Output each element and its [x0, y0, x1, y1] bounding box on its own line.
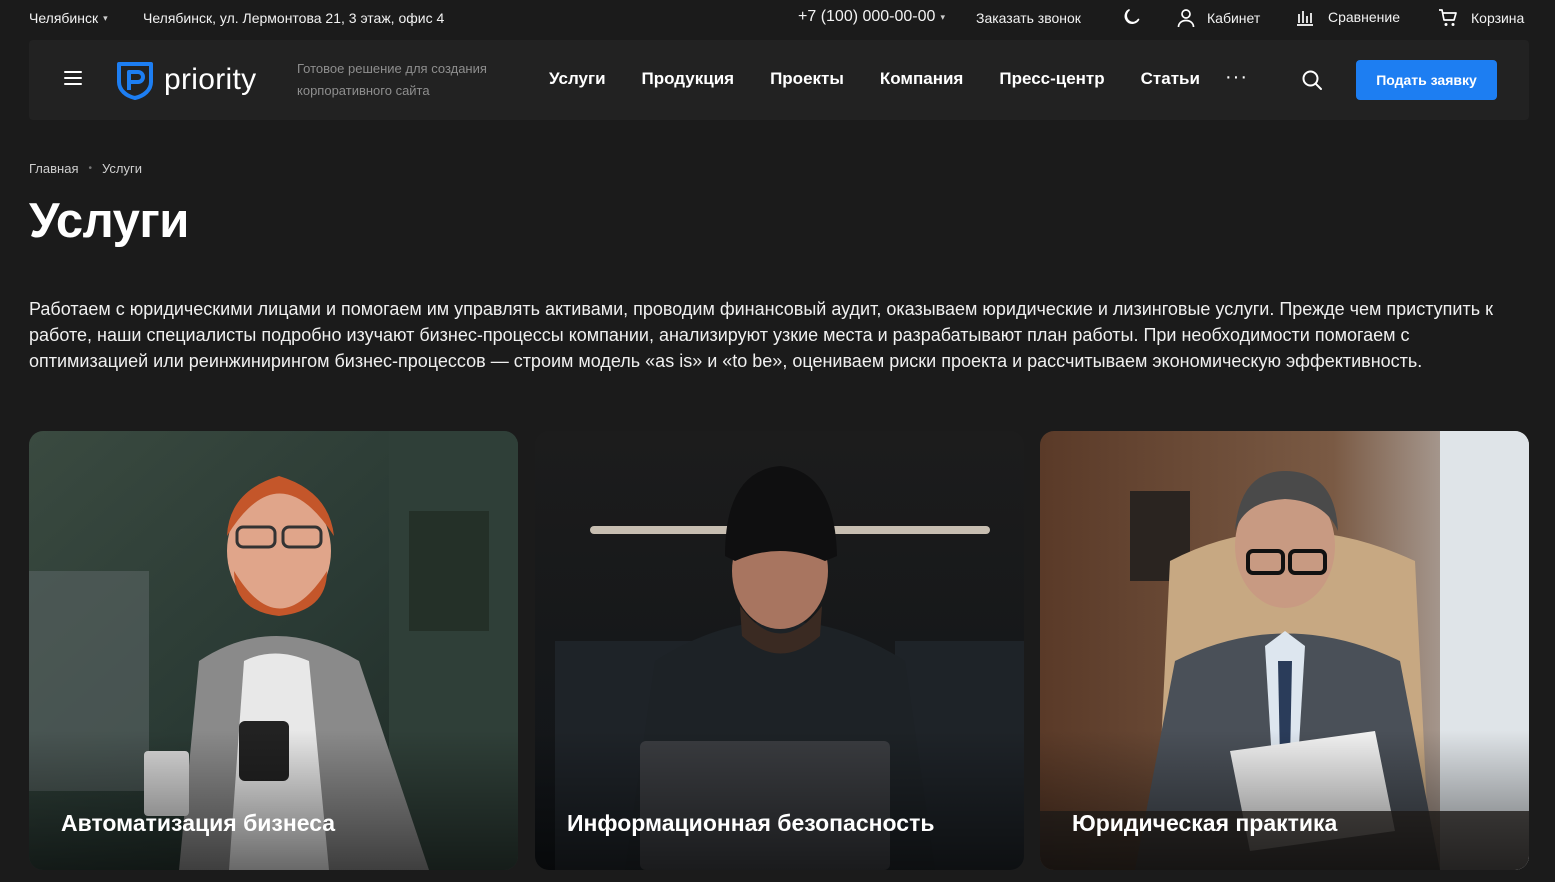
intro-text: Работаем с юридическими лицами и помогае… — [29, 299, 1493, 371]
city-selector[interactable]: Челябинск ▾ — [29, 10, 108, 26]
priority-logo-icon — [117, 62, 153, 100]
service-card-legal-practice[interactable]: Юридическая практика — [1040, 431, 1529, 870]
nav-item-company[interactable]: Компания — [880, 69, 963, 89]
top-bar: Челябинск ▾ Челябинск, ул. Лермонтова 21… — [0, 0, 1555, 36]
phone-label: +7 (100) 000-00-00 — [798, 8, 936, 25]
phone-selector[interactable]: +7 (100) 000-00-00 ▾ — [798, 8, 945, 26]
city-label: Челябинск — [29, 10, 99, 26]
breadcrumb-home[interactable]: Главная — [29, 161, 78, 176]
more-icon[interactable]: ··· — [1225, 66, 1248, 89]
nav-item-press-center[interactable]: Пресс-центр — [999, 69, 1104, 89]
card-title: Автоматизация бизнеса — [61, 810, 336, 836]
compare-link[interactable]: Сравнение — [1296, 8, 1400, 26]
user-icon — [1177, 9, 1195, 28]
nav-item-services[interactable]: Услуги — [549, 69, 606, 89]
card-title: Юридическая практика — [1072, 810, 1338, 836]
card-shade — [535, 730, 1024, 870]
main-nav: Услуги Продукция Проекты Компания Пресс-… — [549, 69, 1200, 89]
cabinet-link[interactable]: Кабинет — [1177, 8, 1260, 28]
breadcrumb: Главная • Услуги — [29, 161, 142, 176]
card-shade — [1040, 730, 1529, 870]
theme-toggle-moon-icon[interactable] — [1121, 7, 1141, 30]
address-text: Челябинск, ул. Лермонтова 21, 3 этаж, оф… — [143, 10, 445, 26]
logo[interactable]: priority — [116, 60, 256, 100]
callback-link[interactable]: Заказать звонок — [976, 10, 1081, 26]
cart-icon — [1439, 9, 1457, 26]
page-title: Услуги — [29, 194, 189, 248]
cart-link[interactable]: Корзина — [1438, 8, 1524, 28]
main-header: priority Готовое решение для создания ко… — [29, 40, 1529, 120]
breadcrumb-separator: • — [88, 163, 92, 174]
chevron-down-icon: ▾ — [940, 11, 945, 22]
menu-burger-icon[interactable] — [64, 71, 82, 87]
compare-label: Сравнение — [1328, 9, 1400, 25]
cabinet-label: Кабинет — [1207, 10, 1261, 26]
chevron-down-icon: ▾ — [103, 12, 108, 23]
bar-chart-icon — [1297, 11, 1313, 26]
nav-item-products[interactable]: Продукция — [642, 69, 735, 89]
submit-request-button[interactable]: Подать заявку — [1356, 60, 1497, 100]
search-icon[interactable] — [1301, 69, 1323, 96]
breadcrumb-current: Услуги — [102, 161, 142, 176]
cart-label: Корзина — [1471, 10, 1525, 26]
logo-text: priority — [164, 63, 257, 96]
service-card-business-automation[interactable]: Автоматизация бизнеса — [29, 431, 518, 870]
nav-item-articles[interactable]: Статьи — [1141, 69, 1200, 89]
card-shade — [29, 730, 518, 870]
card-title: Информационная безопасность — [567, 810, 935, 836]
service-card-info-security[interactable]: Информационная безопасность — [535, 431, 1024, 870]
nav-item-projects[interactable]: Проекты — [770, 69, 844, 89]
tagline: Готовое решение для создания корпоративн… — [297, 61, 487, 98]
